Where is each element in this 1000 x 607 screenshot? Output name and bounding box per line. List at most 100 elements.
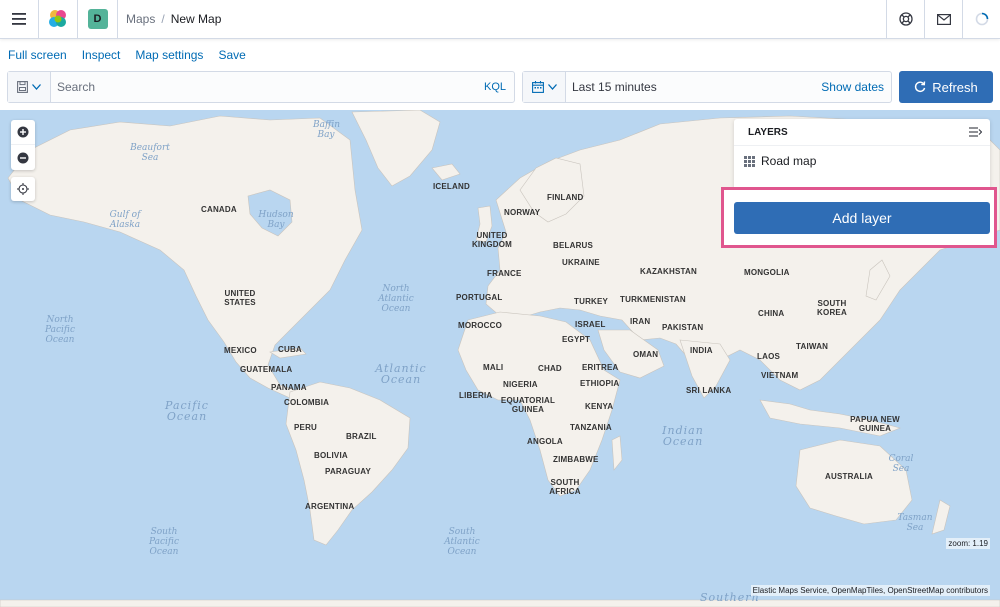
landmass-madagascar [611, 435, 623, 471]
layer-item-road-map[interactable]: Road map [734, 146, 990, 176]
country-label: VIETNAM [761, 371, 799, 380]
refresh-button[interactable]: Refresh [899, 71, 993, 103]
country-label: BRAZIL [346, 432, 377, 441]
country-label: FRANCE [487, 269, 522, 278]
country-label: PANAMA [271, 383, 307, 392]
country-label: MOROCCO [458, 321, 503, 330]
country-label: COLOMBIA [284, 398, 330, 407]
country-label: CUBA [278, 345, 302, 354]
layers-panel: LAYERS Road map [734, 119, 990, 191]
layers-panel-header: LAYERS [734, 119, 990, 146]
country-label: BELARUS [553, 241, 594, 250]
fit-to-data-button[interactable] [11, 177, 35, 201]
country-label: TANZANIA [570, 423, 612, 432]
ocean-label: Pacific Ocean [165, 399, 209, 423]
landmass-antarctica [0, 599, 1000, 607]
newsfeed-button[interactable] [924, 0, 962, 39]
space-selector-button[interactable]: D [78, 0, 118, 39]
country-label: ETHIOPIA [580, 379, 620, 388]
search-input[interactable] [51, 72, 484, 102]
chevron-down-icon [32, 84, 41, 90]
country-label: PARAGUAY [325, 467, 372, 476]
country-label: ERITREA [582, 363, 619, 372]
country-label: TAIWAN [796, 342, 829, 351]
help-button[interactable] [886, 0, 924, 39]
country-label: MEXICO [224, 346, 257, 355]
country-label: KENYA [585, 402, 614, 411]
inspect-link[interactable]: Inspect [82, 48, 121, 62]
top-menu: Full screen Inspect Map settings Save [0, 40, 253, 70]
ocean-label: Tasman Sea [897, 513, 933, 533]
country-label: MONGOLIA [744, 268, 790, 277]
ocean-label: Atlantic Ocean [375, 362, 427, 386]
country-label: BOLIVIA [314, 451, 348, 460]
add-layer-button[interactable]: Add layer [734, 202, 990, 234]
add-layer-highlight: Add layer [721, 187, 997, 248]
zoom-level-readout: zoom: 1.19 [946, 538, 990, 549]
hamburger-icon [12, 13, 26, 25]
country-label: PERU [294, 423, 318, 432]
country-label: CHAD [538, 364, 562, 373]
country-label: TURKEY [574, 297, 609, 306]
menu-toggle-button[interactable] [0, 0, 39, 39]
breadcrumb-current: New Map [170, 12, 222, 26]
map-settings-link[interactable]: Map settings [135, 48, 203, 62]
country-label: SOUTH KOREA [817, 299, 847, 317]
country-label: OMAN [633, 350, 659, 359]
country-label: EGYPT [562, 335, 591, 344]
ocean-label: Hudson Bay [258, 210, 294, 230]
ocean-label: North Atlantic Ocean [378, 284, 414, 314]
breadcrumb: Maps / New Map [118, 12, 886, 26]
zoom-out-icon [17, 152, 29, 163]
country-label: GUATEMALA [240, 365, 293, 374]
breadcrumb-separator: / [161, 12, 165, 26]
top-nav-bar: D Maps / New Map [0, 0, 1000, 39]
ocean-label: South Pacific Ocean [149, 527, 179, 557]
search-bar: KQL [7, 71, 515, 103]
full-screen-link[interactable]: Full screen [8, 48, 67, 62]
zoom-controls [11, 120, 35, 170]
ocean-label: Coral Sea [888, 454, 914, 474]
ocean-label: Indian Ocean [662, 424, 704, 448]
saved-queries-button[interactable] [8, 72, 51, 102]
save-disk-icon [17, 81, 28, 93]
mail-icon [936, 13, 951, 25]
country-label: ANGOLA [527, 437, 563, 446]
country-label: UKRAINE [562, 258, 600, 267]
country-label: ARGENTINA [305, 502, 355, 511]
collapse-panel-icon[interactable] [969, 127, 982, 137]
country-label: IRAN [630, 317, 651, 326]
save-link[interactable]: Save [218, 48, 245, 62]
country-label: SRI LANKA [686, 386, 732, 395]
zoom-in-button[interactable] [11, 120, 35, 145]
map-attribution[interactable]: Elastic Maps Service, OpenMapTiles, Open… [750, 585, 990, 596]
zoom-out-button[interactable] [11, 145, 35, 170]
layer-name: Road map [761, 154, 817, 168]
country-label: SOUTH AFRICA [549, 478, 581, 496]
country-label: EQUATORIAL GUINEA [500, 396, 556, 414]
country-label: NIGERIA [503, 380, 538, 389]
quick-date-menu-button[interactable] [523, 72, 566, 102]
country-label: MALI [483, 363, 504, 372]
country-label: PAKISTAN [662, 323, 704, 332]
query-language-toggle[interactable]: KQL [484, 81, 506, 93]
ocean-label: North Pacific Ocean [45, 315, 75, 345]
grid-tile-icon [744, 155, 755, 167]
country-label: LAOS [757, 352, 781, 361]
country-label: PORTUGAL [456, 293, 503, 302]
date-picker: Last 15 minutes Show dates [522, 71, 892, 103]
show-dates-button[interactable]: Show dates [821, 80, 884, 94]
ocean-label: Beaufort Sea [130, 143, 170, 163]
country-label: CHINA [758, 309, 785, 318]
ocean-label: Baffin Bay [313, 120, 341, 140]
breadcrumb-maps-link[interactable]: Maps [126, 12, 155, 26]
time-range-value[interactable]: Last 15 minutes [566, 80, 821, 94]
loading-indicator [962, 0, 1000, 39]
country-label: LIBERIA [459, 391, 493, 400]
calendar-icon [531, 81, 544, 93]
landmass-australia [795, 439, 913, 525]
ocean-label: South Atlantic Ocean [444, 527, 480, 557]
ocean-label: Gulf of Alaska [109, 210, 141, 230]
kibana-logo-button[interactable] [39, 0, 78, 39]
country-label: ZIMBABWE [553, 455, 599, 464]
